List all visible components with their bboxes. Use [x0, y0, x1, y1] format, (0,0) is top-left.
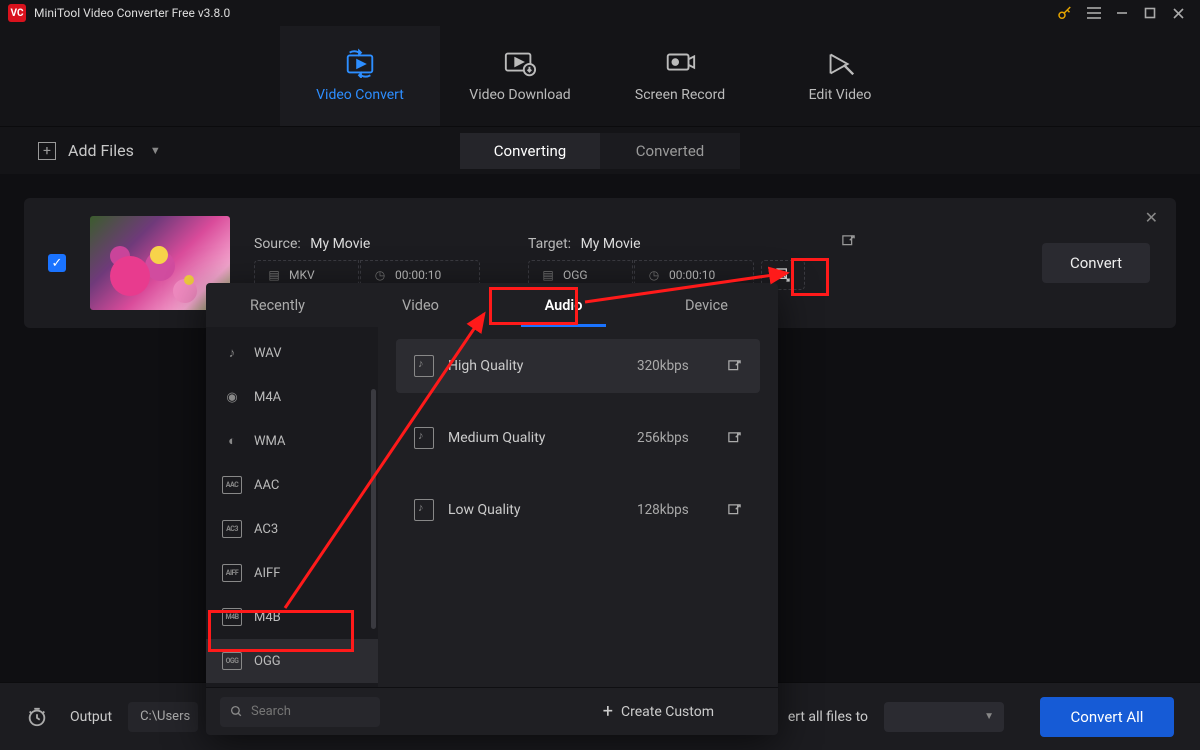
- clock-icon: ◷: [647, 268, 661, 282]
- nav-label: Edit Video: [809, 87, 872, 103]
- edit-preset-icon[interactable]: [727, 431, 742, 446]
- audio-format-icon: AC3: [222, 520, 242, 538]
- nav-label: Screen Record: [635, 87, 725, 103]
- toolbar: + Add Files ▼ Converting Converted: [0, 126, 1200, 174]
- format-item-aiff[interactable]: AIFFAIFF: [206, 551, 378, 595]
- audio-format-icon: ◐: [222, 432, 242, 450]
- popup-tab-audio[interactable]: Audio: [492, 283, 635, 327]
- nav-video-convert[interactable]: Video Convert: [280, 26, 440, 126]
- format-item-wav[interactable]: ♪WAV: [206, 331, 378, 375]
- source-name: My Movie: [310, 236, 370, 252]
- edit-video-icon: [823, 49, 857, 77]
- hamburger-icon[interactable]: [1080, 0, 1108, 26]
- tab-converted[interactable]: Converted: [600, 133, 740, 169]
- popup-tab-video[interactable]: Video: [349, 283, 492, 327]
- video-download-icon: [503, 49, 537, 77]
- output-path-field[interactable]: C:\Users: [128, 702, 198, 732]
- search-input[interactable]: [251, 704, 370, 719]
- add-files-button[interactable]: + Add Files ▼: [28, 135, 171, 166]
- plus-icon: +: [603, 701, 613, 722]
- main-nav: Video Convert Video Download Screen Reco…: [0, 26, 1200, 126]
- format-item-m4b[interactable]: M4BM4B: [206, 595, 378, 639]
- target-label: Target: My Movie: [528, 236, 858, 252]
- video-convert-icon: [343, 49, 377, 77]
- app-logo: VC: [8, 4, 26, 22]
- clock-icon: ◷: [373, 268, 387, 282]
- format-popup: Recently Video Audio Device ♪WAV ◉M4A ◐W…: [206, 283, 778, 735]
- format-item-m4a[interactable]: ◉M4A: [206, 375, 378, 419]
- audio-format-icon: AAC: [222, 476, 242, 494]
- audio-format-icon: ◉: [222, 388, 242, 406]
- title-bar: VC MiniTool Video Converter Free v3.8.0: [0, 0, 1200, 26]
- maximize-button[interactable]: [1136, 0, 1164, 26]
- edit-preset-icon[interactable]: [727, 503, 742, 518]
- audio-file-icon: [414, 499, 434, 521]
- convert-button[interactable]: Convert: [1042, 243, 1150, 283]
- audio-format-icon: AIFF: [222, 564, 242, 582]
- source-label: Source: My Movie: [254, 236, 504, 252]
- chevron-down-icon: ▼: [984, 711, 994, 722]
- convert-all-target-select[interactable]: ▼: [884, 702, 1004, 732]
- rename-target-icon[interactable]: [841, 234, 856, 249]
- format-search[interactable]: [220, 697, 380, 727]
- app-title: MiniTool Video Converter Free v3.8.0: [34, 6, 230, 20]
- audio-format-icon: M4B: [222, 608, 242, 626]
- add-files-label: Add Files: [68, 141, 134, 160]
- close-button[interactable]: [1164, 0, 1192, 26]
- nav-label: Video Download: [469, 87, 570, 103]
- file-icon: ▤: [541, 268, 555, 282]
- row-checkbox[interactable]: ✓: [48, 254, 66, 272]
- nav-edit-video[interactable]: Edit Video: [760, 26, 920, 126]
- search-icon: [230, 705, 243, 718]
- format-item-ogg[interactable]: OGGOGG: [206, 639, 378, 683]
- audio-format-icon: ♪: [222, 344, 242, 362]
- convert-all-target-label: ert all files to: [788, 709, 868, 725]
- quality-item-medium[interactable]: Medium Quality 256kbps: [396, 411, 760, 465]
- nav-label: Video Convert: [316, 87, 404, 103]
- quality-list: High Quality 320kbps Medium Quality 256k…: [378, 327, 778, 687]
- scrollbar[interactable]: [371, 367, 376, 681]
- screen-record-icon: [663, 49, 697, 77]
- popup-tab-recently[interactable]: Recently: [206, 283, 349, 327]
- nav-screen-record[interactable]: Screen Record: [600, 26, 760, 126]
- edit-preset-icon[interactable]: [727, 359, 742, 374]
- output-label: Output: [70, 709, 112, 725]
- format-item-ac3[interactable]: AC3AC3: [206, 507, 378, 551]
- create-custom-button[interactable]: + Create Custom: [603, 701, 764, 722]
- file-icon: ▤: [267, 268, 281, 282]
- key-icon[interactable]: [1056, 4, 1074, 22]
- plus-icon: +: [38, 142, 56, 160]
- popup-tab-device[interactable]: Device: [635, 283, 778, 327]
- format-item-aac[interactable]: AACAAC: [206, 463, 378, 507]
- format-list: ♪WAV ◉M4A ◐WMA AACAAC AC3AC3 AIFFAIFF M4…: [206, 327, 378, 687]
- target-name: My Movie: [581, 236, 641, 252]
- convert-all-button[interactable]: Convert All: [1040, 697, 1174, 737]
- audio-file-icon: [414, 427, 434, 449]
- timer-icon[interactable]: [26, 706, 48, 728]
- remove-row-button[interactable]: ✕: [1145, 208, 1158, 227]
- format-item-wma[interactable]: ◐WMA: [206, 419, 378, 463]
- audio-file-icon: [414, 355, 434, 377]
- chevron-down-icon: ▼: [150, 144, 161, 157]
- minimize-button[interactable]: [1108, 0, 1136, 26]
- audio-format-icon: OGG: [222, 652, 242, 670]
- quality-item-high[interactable]: High Quality 320kbps: [396, 339, 760, 393]
- quality-item-low[interactable]: Low Quality 128kbps: [396, 483, 760, 537]
- tab-converting[interactable]: Converting: [460, 133, 600, 169]
- nav-video-download[interactable]: Video Download: [440, 26, 600, 126]
